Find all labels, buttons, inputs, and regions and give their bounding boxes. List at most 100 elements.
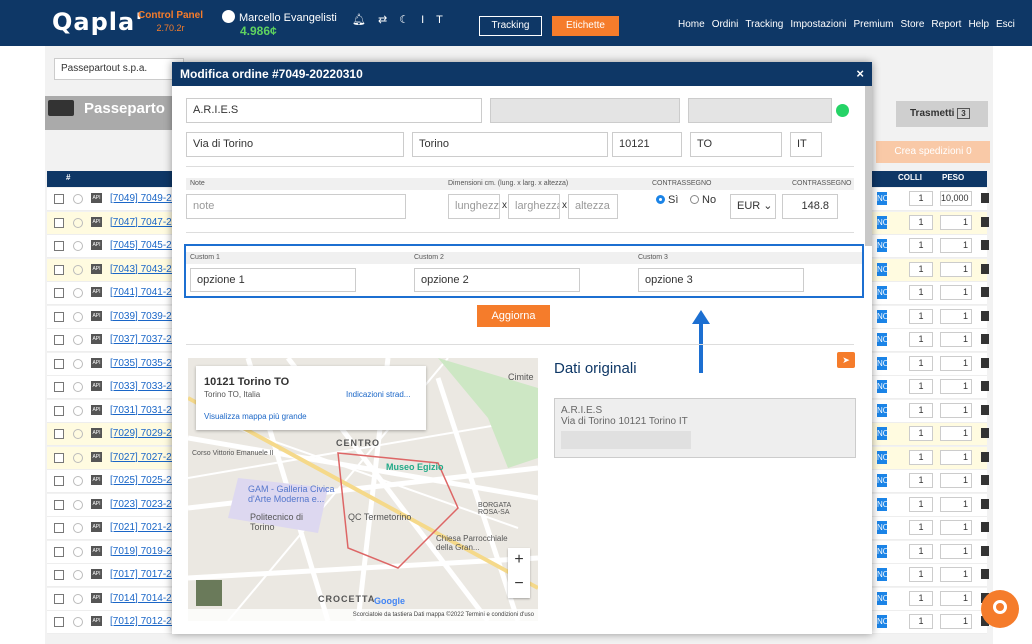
address-field[interactable]: Via di Torino	[186, 132, 404, 157]
trash-icon[interactable]	[981, 240, 989, 250]
colli-input[interactable]: 1	[909, 355, 933, 371]
peso-input[interactable]: 1	[940, 496, 972, 512]
order-link[interactable]: [7035] 7035-20	[110, 358, 177, 369]
order-link[interactable]: [7047] 7047-20	[110, 217, 177, 228]
peso-input[interactable]: 1	[940, 402, 972, 418]
peso-input[interactable]: 1	[940, 473, 972, 488]
crea-spedizioni-button[interactable]: Crea spedizioni 0	[876, 141, 990, 163]
switch-icon[interactable]: ⇄	[378, 14, 399, 26]
row-radio[interactable]	[73, 499, 83, 510]
trash-icon[interactable]	[981, 404, 989, 415]
colli-input[interactable]: 1	[909, 285, 933, 300]
trash-icon[interactable]	[981, 334, 989, 344]
custom2-input[interactable]: opzione 2	[414, 268, 580, 292]
province-field[interactable]: TO	[690, 132, 782, 157]
bell-icon[interactable]: 🔔︎	[352, 14, 378, 26]
colli-input[interactable]: 1	[909, 238, 933, 253]
peso-input[interactable]: 1	[940, 426, 972, 441]
row-checkbox[interactable]	[54, 452, 64, 463]
colli-input[interactable]: 1	[909, 496, 933, 512]
row-checkbox[interactable]	[54, 617, 64, 627]
order-link[interactable]: [7049] 7049-20	[110, 193, 177, 204]
nav-store[interactable]: Store	[901, 19, 925, 30]
trash-icon[interactable]	[981, 475, 989, 485]
colli-input[interactable]: 1	[909, 261, 933, 277]
email-field[interactable]	[490, 98, 680, 123]
directions-link[interactable]: Indicazioni strad...	[346, 390, 410, 399]
order-link[interactable]: [7012] 7012-20	[110, 616, 177, 627]
row-radio[interactable]	[73, 452, 83, 463]
row-radio[interactable]	[73, 476, 83, 486]
row-radio[interactable]	[73, 217, 83, 228]
order-link[interactable]: [7021] 7021-20	[110, 522, 177, 533]
map[interactable]: 10121 Torino TO Torino TO, Italia Indica…	[188, 358, 538, 621]
row-checkbox[interactable]	[54, 241, 64, 251]
row-checkbox[interactable]	[54, 358, 64, 369]
trash-icon[interactable]	[981, 498, 989, 509]
note-input[interactable]: note	[186, 194, 406, 219]
peso-input[interactable]: 1	[940, 214, 972, 230]
peso-input[interactable]: 1	[940, 332, 972, 347]
order-link[interactable]: [7027] 7027-20	[110, 452, 177, 463]
country-field[interactable]: IT	[790, 132, 822, 157]
order-link[interactable]: [7039] 7039-20	[110, 311, 177, 322]
nav-impostazioni[interactable]: Impostazioni	[790, 19, 846, 30]
nav-report[interactable]: Report	[931, 19, 961, 30]
row-checkbox[interactable]	[54, 288, 64, 298]
colli-input[interactable]: 1	[909, 449, 933, 465]
peso-input[interactable]: 10,000	[940, 191, 972, 206]
zip-field[interactable]: 10121	[612, 132, 682, 157]
length-input[interactable]: lunghezza	[448, 194, 500, 219]
colli-input[interactable]: 1	[909, 543, 933, 559]
phone-field[interactable]	[688, 98, 832, 123]
row-radio[interactable]	[73, 593, 83, 604]
peso-input[interactable]: 1	[940, 449, 972, 465]
nav-home[interactable]: Home	[678, 19, 705, 30]
colli-input[interactable]: 1	[909, 520, 933, 535]
colli-input[interactable]: 1	[909, 426, 933, 441]
larger-map-link[interactable]: Visualizza mappa più grande	[204, 412, 307, 421]
colli-input[interactable]: 1	[909, 214, 933, 230]
row-checkbox[interactable]	[54, 311, 64, 322]
peso-input[interactable]: 1	[940, 308, 972, 324]
aggiorna-button[interactable]: Aggiorna	[477, 305, 550, 327]
row-checkbox[interactable]	[54, 499, 64, 510]
colli-input[interactable]: 1	[909, 379, 933, 394]
row-radio[interactable]	[73, 241, 83, 251]
order-link[interactable]: [7037] 7037-20	[110, 334, 177, 345]
radio-si[interactable]: Sì	[656, 194, 678, 206]
radio-no[interactable]: No	[690, 194, 716, 206]
user-info[interactable]: Marcello Evangelisti 4.986¢	[222, 10, 337, 38]
zoom-in-button[interactable]: +	[508, 548, 530, 572]
row-checkbox[interactable]	[54, 382, 64, 392]
height-input[interactable]: altezza	[568, 194, 618, 219]
city-field[interactable]: Torino	[412, 132, 608, 157]
colli-input[interactable]: 1	[909, 590, 933, 606]
row-checkbox[interactable]	[54, 405, 64, 416]
order-link[interactable]: [7033] 7033-20	[110, 381, 177, 392]
peso-input[interactable]: 1	[940, 543, 972, 559]
trash-icon[interactable]	[981, 216, 989, 227]
language-selector[interactable]: IT	[421, 14, 455, 26]
row-checkbox[interactable]	[54, 546, 64, 557]
peso-input[interactable]: 1	[940, 520, 972, 535]
peso-input[interactable]: 1	[940, 355, 972, 371]
trash-icon[interactable]	[981, 428, 989, 438]
trash-icon[interactable]	[981, 263, 989, 274]
peso-input[interactable]: 1	[940, 285, 972, 300]
peso-input[interactable]: 1	[940, 379, 972, 394]
modal-scrollbar[interactable]	[865, 86, 872, 246]
etichette-button[interactable]: Etichette	[552, 16, 619, 36]
row-radio[interactable]	[73, 546, 83, 557]
order-link[interactable]: [7019] 7019-20	[110, 546, 177, 557]
row-radio[interactable]	[73, 382, 83, 392]
colli-input[interactable]: 1	[909, 614, 933, 629]
peso-input[interactable]: 1	[940, 614, 972, 629]
whatsapp-icon[interactable]	[836, 104, 849, 117]
close-icon[interactable]: ×	[856, 62, 864, 86]
nav-ordini[interactable]: Ordini	[712, 19, 739, 30]
row-radio[interactable]	[73, 194, 83, 204]
nav-help[interactable]: Help	[968, 19, 989, 30]
qapla-logo[interactable]: Qapla'	[52, 8, 144, 36]
nav-premium[interactable]: Premium	[854, 19, 894, 30]
